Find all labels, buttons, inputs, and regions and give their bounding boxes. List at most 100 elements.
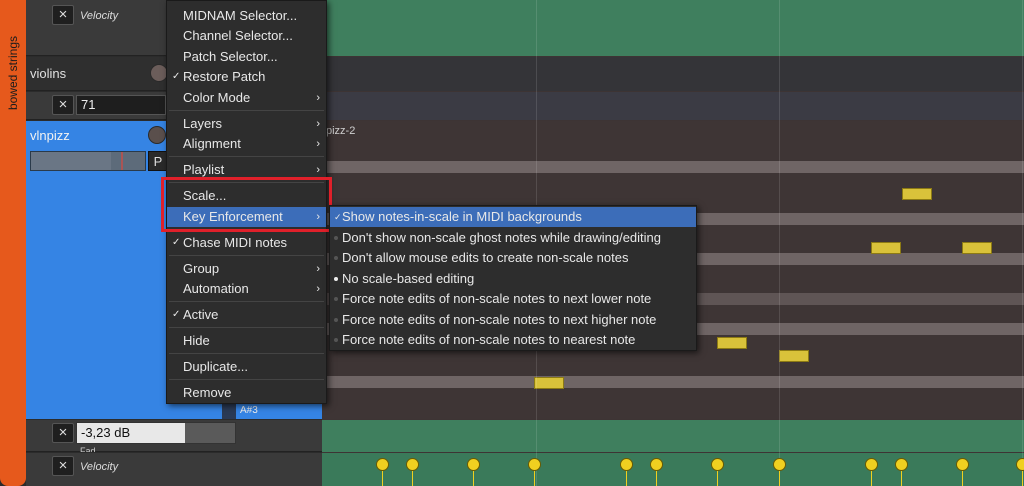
highlight-annotation-box	[161, 177, 332, 232]
velocity-point[interactable]	[620, 458, 633, 471]
velocity-lane-top[interactable]	[322, 0, 1024, 56]
menu-item-active[interactable]: ✓ Active	[167, 305, 326, 325]
menu-item-channel-selector[interactable]: Channel Selector...	[167, 26, 326, 46]
midi-note[interactable]	[779, 350, 809, 362]
submenu-item-no-mouse-edits[interactable]: Don't allow mouse edits to create non-sc…	[330, 248, 696, 268]
midi-note[interactable]	[962, 242, 992, 254]
menu-item-label: Automation	[183, 281, 249, 296]
menu-item-label: Group	[183, 261, 220, 276]
menu-item-remove[interactable]: Remove	[167, 383, 326, 403]
velocity-point[interactable]	[1016, 458, 1024, 471]
menu-item-chase-midi-notes[interactable]: ✓ Chase MIDI notes	[167, 233, 326, 253]
velocity-point[interactable]	[895, 458, 908, 471]
gain-value: -3,23 dB	[81, 425, 131, 440]
automation-lane[interactable]	[322, 92, 1024, 120]
track-name: violins	[30, 66, 67, 81]
velocity-point[interactable]	[773, 458, 786, 471]
menu-item-label: Chase MIDI notes	[183, 235, 288, 250]
menu-separator	[169, 156, 324, 157]
close-lane-button[interactable]: ×	[52, 456, 74, 476]
submenu-item-force-lower[interactable]: Force note edits of non-scale notes to n…	[330, 289, 696, 309]
menu-item-alignment[interactable]: Alignment ›	[167, 134, 326, 154]
menu-item-label: Remove	[183, 385, 232, 400]
radio-icon	[334, 318, 338, 322]
menu-item-restore-patch[interactable]: ✓ Restore Patch	[167, 67, 326, 87]
submenu-item-show-notes-in-scale[interactable]: ✓ Show notes-in-scale in MIDI backgrounds	[330, 207, 696, 227]
menu-item-patch-selector[interactable]: Patch Selector...	[167, 47, 326, 67]
velocity-point[interactable]	[406, 458, 419, 471]
submenu-item-force-nearest[interactable]: Force note edits of non-scale notes to n…	[330, 330, 696, 350]
midi-note[interactable]	[871, 242, 901, 254]
group-tab[interactable]: bowed strings	[0, 0, 26, 486]
radio-icon	[334, 236, 338, 240]
menu-separator	[169, 379, 324, 380]
submenu-item-label: Force note edits of non-scale notes to n…	[342, 332, 636, 347]
check-icon: ✓	[172, 237, 181, 248]
menu-separator	[169, 255, 324, 256]
group-tab-label: bowed strings	[6, 36, 20, 111]
automation-value[interactable]: 71	[76, 95, 166, 115]
radio-icon	[334, 256, 338, 260]
close-icon: ×	[58, 6, 68, 23]
menu-item-layers[interactable]: Layers ›	[167, 114, 326, 134]
close-lane-button[interactable]: ×	[52, 5, 74, 25]
menu-item-duplicate[interactable]: Duplicate...	[167, 357, 326, 377]
lane-label: Velocity	[80, 10, 119, 22]
velocity-stem	[1022, 470, 1023, 486]
scale-row	[322, 376, 1024, 388]
radio-icon	[334, 338, 338, 342]
close-icon: ×	[58, 96, 68, 113]
velocity-stem	[473, 470, 474, 486]
velocity-point[interactable]	[467, 458, 480, 471]
menu-item-label: Duplicate...	[183, 359, 249, 374]
lane-label: Velocity	[80, 461, 119, 473]
menu-separator	[169, 353, 324, 354]
chevron-right-icon: ›	[316, 118, 320, 130]
menu-item-label: Restore Patch	[183, 69, 266, 84]
velocity-point[interactable]	[865, 458, 878, 471]
track-name: vlnpizz	[30, 128, 70, 143]
fade-label: Fad	[80, 446, 96, 452]
velocity-point[interactable]	[528, 458, 541, 471]
region-name: pizz-2	[326, 125, 356, 137]
midi-note[interactable]	[902, 188, 932, 200]
gain-lane[interactable]	[322, 420, 1024, 452]
midi-note[interactable]	[534, 377, 564, 389]
menu-item-color-mode[interactable]: Color Mode ›	[167, 88, 326, 108]
velocity-point[interactable]	[711, 458, 724, 471]
menu-item-label: Color Mode	[183, 90, 251, 105]
scale-row	[322, 161, 1024, 173]
submenu-item-force-higher[interactable]: Force note edits of non-scale notes to n…	[330, 310, 696, 330]
velocity-stem	[901, 470, 902, 486]
submenu-item-no-scale-editing[interactable]: No scale-based editing	[330, 269, 696, 289]
playlist-button[interactable]: P	[148, 151, 168, 171]
velocity-point[interactable]	[650, 458, 663, 471]
velocity-point[interactable]	[956, 458, 969, 471]
track-lane-violins[interactable]	[322, 57, 1024, 91]
submenu-item-label: Force note edits of non-scale notes to n…	[342, 312, 657, 327]
menu-item-automation[interactable]: Automation ›	[167, 279, 326, 299]
menu-item-group[interactable]: Group ›	[167, 259, 326, 279]
menu-item-midnam-selector[interactable]: MIDNAM Selector...	[167, 6, 326, 26]
key-label: A#3	[240, 405, 258, 416]
menu-item-hide[interactable]: Hide	[167, 331, 326, 351]
submenu-item-no-ghost-notes[interactable]: Don't show non-scale ghost notes while d…	[330, 228, 696, 248]
velocity-stem	[626, 470, 627, 486]
radio-selected-icon	[334, 277, 338, 281]
close-icon: ×	[58, 457, 68, 474]
velocity-stem	[534, 470, 535, 486]
velocity-stem	[717, 470, 718, 486]
velocity-point[interactable]	[376, 458, 389, 471]
key-enforcement-submenu: ✓ Show notes-in-scale in MIDI backgrounds…	[329, 205, 697, 351]
grid-line	[1022, 0, 1023, 486]
velocity-lane-header-bottom: × Velocity	[26, 453, 322, 486]
close-lane-button[interactable]: ×	[52, 423, 74, 443]
gain-slider[interactable]: -3,23 dB	[76, 422, 236, 444]
midi-note[interactable]	[717, 337, 747, 349]
radio-icon	[334, 297, 338, 301]
fader[interactable]	[30, 151, 146, 171]
close-lane-button[interactable]: ×	[52, 95, 74, 115]
record-button[interactable]	[148, 126, 166, 144]
velocity-lane-bottom[interactable]	[322, 453, 1024, 486]
fader-handle[interactable]	[121, 152, 123, 170]
